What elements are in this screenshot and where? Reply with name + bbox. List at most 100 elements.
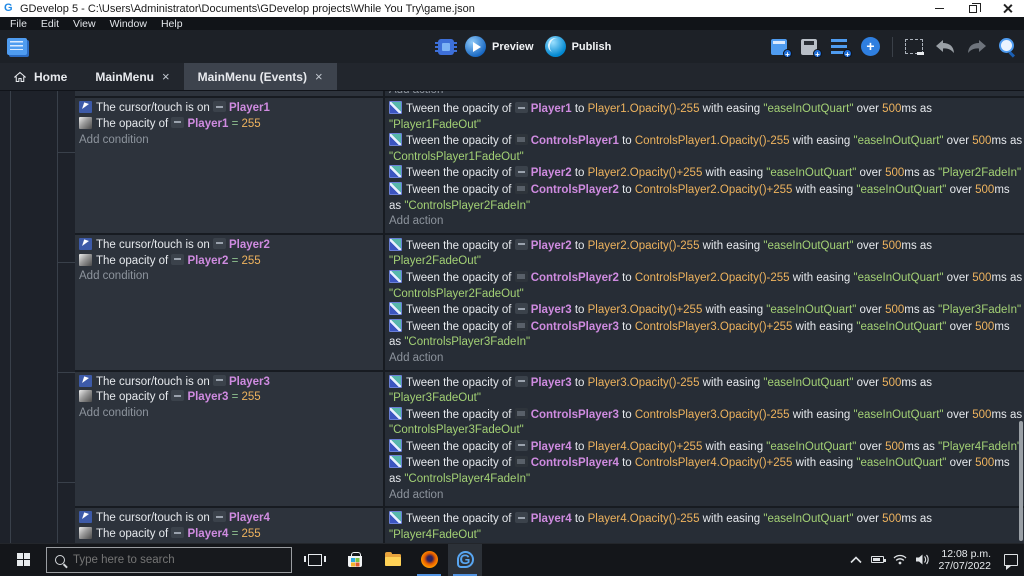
add-condition-link[interactable]: Add condition [79,133,379,149]
menu-window[interactable]: Window [110,18,147,30]
minimize-button[interactable] [922,0,956,17]
vertical-scrollbar[interactable] [1019,421,1023,541]
event-text: over [856,441,885,453]
add-event-button[interactable]: + [771,39,789,55]
condition-row[interactable]: The opacity of Player1 = 255 [79,117,379,133]
project-manager-icon[interactable] [7,38,27,55]
add-subevent-button[interactable]: + [801,39,819,55]
toggle-disabled-button[interactable] [905,39,923,54]
action-row[interactable]: Tween the opacity of Player4 to Player4.… [389,511,1024,543]
action-row[interactable]: Tween the opacity of Player4 to Player4.… [389,439,1024,456]
gdevelop-taskbar-button[interactable]: G [448,544,482,576]
preview-button[interactable] [465,36,486,57]
actions-panel[interactable]: Tween the opacity of Player2 to Player2.… [385,235,1024,370]
event-text: The cursor/touch is on [96,376,213,388]
conditions-panel[interactable]: The cursor/touch is on Player1The opacit… [75,98,383,233]
tab-mainmenu-events[interactable]: MainMenu (Events) × [184,63,337,90]
wifi-icon[interactable] [893,554,907,565]
debug-icon[interactable] [438,39,454,55]
file-explorer-button[interactable] [376,544,410,576]
redo-button[interactable] [967,39,987,54]
action-center-icon[interactable] [1004,554,1018,566]
action-row[interactable]: Tween the opacity of Player2 to Player2.… [389,238,1024,270]
event-row[interactable]: The cursor/touch is on Player3The opacit… [75,372,1024,507]
condition-row[interactable]: The cursor/touch is on Player1 [79,101,379,117]
object-name: Player3 [187,391,228,403]
taskbar-search[interactable] [46,547,292,573]
actions-panel[interactable]: Tween the opacity of Player3 to Player3.… [385,372,1024,507]
add-action-link[interactable]: Add action [389,488,1024,504]
menu-view[interactable]: View [73,18,96,30]
taskbar-clock[interactable]: 12:08 p.m. 27/07/2022 [938,548,991,572]
volume-icon[interactable] [916,554,929,565]
event-row[interactable]: The cursor/touch is on Player2The opacit… [75,235,1024,370]
menu-edit[interactable]: Edit [41,18,59,30]
action-row[interactable]: Tween the opacity of ControlsPlayer3 to … [389,319,1024,351]
tab-home[interactable]: Home [0,63,81,90]
add-action-link[interactable]: Add action [389,214,1024,230]
add-more-events-button[interactable]: + [861,37,880,56]
battery-icon[interactable] [871,556,884,563]
task-view-button[interactable] [298,544,332,576]
condition-row[interactable]: The opacity of Player2 = 255 [79,254,379,270]
event-row[interactable]: The cursor/touch is on Player1The opacit… [75,98,1024,233]
tween-id-string: "ControlsPlayer3FadeIn" [404,336,530,348]
condition-row[interactable]: The cursor/touch is on Player4 [79,511,379,527]
add-action-link[interactable]: Add action [389,91,1024,96]
restore-button[interactable] [956,0,990,17]
store-button[interactable] [338,544,372,576]
condition-row[interactable]: The cursor/touch is on Player3 [79,375,379,391]
add-comment-button[interactable]: + [831,39,849,55]
event-text: over [946,457,975,469]
event-text: to [619,184,635,196]
tab-mainmenu-close-icon[interactable]: × [162,69,170,84]
action-row[interactable]: Tween the opacity of Player3 to Player3.… [389,375,1024,407]
gdevelop-logo-icon: G [4,3,15,14]
publish-label[interactable]: Publish [572,41,612,53]
event-text: with easing [792,321,856,333]
start-button[interactable] [0,544,46,576]
action-row[interactable]: Tween the opacity of ControlsPlayer2 to … [389,182,1024,214]
conditions-panel[interactable]: The cursor/touch is on Player3The opacit… [75,372,383,507]
event-text: ms as [901,377,932,389]
easing-string: "easeInOutQuart" [763,377,853,389]
object-name: Player4 [531,441,572,453]
condition-row[interactable]: The opacity of Player3 = 255 [79,390,379,406]
add-action-link[interactable]: Add action [389,351,1024,367]
menu-file[interactable]: File [10,18,27,30]
event-text: Tween the opacity of [406,457,515,469]
publish-button[interactable] [545,36,566,57]
event-text: The opacity of [96,391,171,403]
conditions-panel[interactable]: The cursor/touch is on Player4The opacit… [75,508,383,544]
search-input[interactable] [73,554,283,566]
actions-panel[interactable]: Tween the opacity of Player1 to Player1.… [385,98,1024,233]
condition-row[interactable]: The cursor/touch is on Player2 [79,238,379,254]
firefox-button[interactable] [412,544,446,576]
menu-help[interactable]: Help [161,18,183,30]
tab-mainmenu-events-close-icon[interactable]: × [315,69,323,84]
action-row[interactable]: Tween the opacity of ControlsPlayer2 to … [389,270,1024,302]
event-row[interactable]: The cursor/touch is on Player4The opacit… [75,508,1024,544]
action-row[interactable]: Tween the opacity of Player3 to Player3.… [389,302,1024,319]
search-icon [55,555,65,565]
action-row[interactable]: Tween the opacity of ControlsPlayer1 to … [389,133,1024,165]
object-name: Player2 [531,167,572,179]
add-condition-link[interactable]: Add condition [79,406,379,422]
tray-chevron-icon[interactable] [850,556,862,564]
action-row[interactable]: Tween the opacity of ControlsPlayer3 to … [389,407,1024,439]
event-text: to [572,513,588,525]
add-condition-link[interactable]: Add condition [79,269,379,285]
tab-mainmenu[interactable]: MainMenu × [81,63,183,90]
cursor-touch-icon [79,238,92,250]
conditions-panel[interactable]: The cursor/touch is on Player2The opacit… [75,235,383,370]
close-button[interactable] [990,0,1024,17]
undo-button[interactable] [935,39,955,54]
search-events-button[interactable] [999,38,1016,55]
condition-row[interactable]: The opacity of Player4 = 255 [79,527,379,543]
action-row[interactable]: Tween the opacity of Player1 to Player1.… [389,101,1024,133]
action-row[interactable]: Tween the opacity of ControlsPlayer4 to … [389,455,1024,487]
tab-mainmenu-events-label: MainMenu (Events) [198,70,307,84]
action-row[interactable]: Tween the opacity of Player2 to Player2.… [389,165,1024,182]
actions-panel[interactable]: Tween the opacity of Player4 to Player4.… [385,508,1024,544]
preview-label[interactable]: Preview [492,41,534,53]
